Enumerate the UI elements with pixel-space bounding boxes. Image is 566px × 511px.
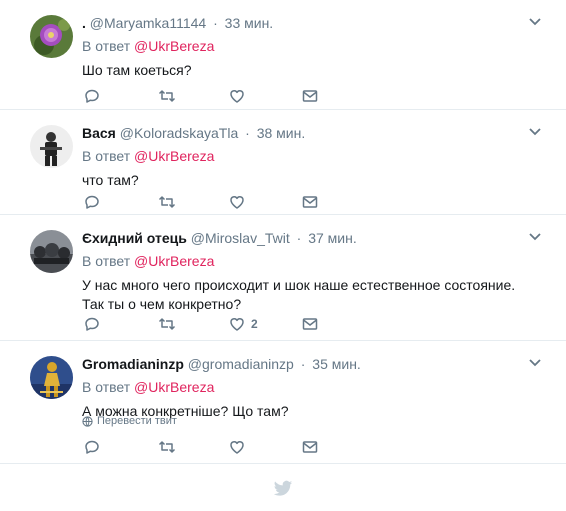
timestamp[interactable]: 35 мин. [312,356,361,372]
like-icon [230,441,244,454]
tweet-header: . @Maryamka11144 · 33 мин. [82,14,273,32]
retweet-button[interactable] [158,87,176,105]
reply-mention[interactable]: @UkrBereza [134,148,214,164]
direct-message-button[interactable] [302,315,318,333]
tweet-text: У нас много чего происходит и шок наше е… [82,276,542,314]
tweet-actions: 2 [84,315,324,333]
like-button[interactable] [229,193,251,211]
separator: · [213,15,218,31]
tweet-text-line: У нас много чего происходит и шок наше е… [82,277,516,293]
reply-icon [85,89,99,103]
message-icon [302,441,318,453]
retweet-icon [158,318,176,330]
message-icon [302,318,318,330]
retweet-icon [158,90,176,102]
tweet-actions [84,87,324,105]
like-count: 2 [251,317,258,331]
like-icon [230,196,244,209]
direct-message-button[interactable] [302,438,318,456]
reply-context: В ответ @UkrBereza [82,252,214,270]
display-name[interactable]: . [82,15,86,31]
avatar[interactable] [30,230,73,273]
retweet-icon [158,196,176,208]
tweet-header: Gromadianinzp @gromadianinzp · 35 мин. [82,355,361,373]
translate-tweet-link[interactable]: Перевести твит [82,415,177,427]
tweet-text: Шо там коеться? [82,62,192,78]
timestamp[interactable]: 33 мин. [225,15,274,31]
like-icon [230,90,244,103]
direct-message-button[interactable] [302,87,318,105]
message-icon [302,90,318,102]
retweet-button[interactable] [158,193,176,211]
timestamp[interactable]: 37 мин. [308,230,357,246]
display-name[interactable]: Вася [82,125,116,141]
reply-prefix: В ответ [82,379,131,395]
chevron-down-icon[interactable] [528,232,542,242]
like-button[interactable] [229,87,251,105]
tweet-reply[interactable]: Вася @KoloradskayaTla · 38 мин. В ответ … [0,110,566,215]
chevron-down-icon[interactable] [528,127,542,137]
translate-label: Перевести твит [97,415,177,427]
tweet-header: Вася @KoloradskayaTla · 38 мин. [82,124,305,142]
reply-button[interactable] [84,438,100,456]
retweet-icon [158,441,176,453]
tweet-actions [84,438,324,456]
reply-mention[interactable]: @UkrBereza [134,379,214,395]
user-handle[interactable]: @Miroslav_Twit [191,230,290,246]
chevron-down-icon[interactable] [528,17,542,27]
reply-prefix: В ответ [82,253,131,269]
tweet-reply[interactable]: Gromadianinzp @gromadianinzp · 35 мин. В… [0,341,566,464]
message-icon [302,196,318,208]
tweet-actions [84,193,324,211]
reply-icon [85,440,99,454]
avatar[interactable] [30,356,73,399]
like-button[interactable] [229,438,245,456]
twitter-bird-icon [273,480,293,496]
reply-prefix: В ответ [82,38,131,54]
avatar[interactable] [30,125,73,168]
tweet-text-line: Так ты о чем конкретно? [82,296,242,312]
tweet-text: что там? [82,172,139,188]
separator: · [296,230,302,246]
reply-context: В ответ @UkrBereza [82,378,214,396]
user-handle[interactable]: @Maryamka11144 [90,15,206,31]
reply-button[interactable] [84,193,100,211]
reply-mention[interactable]: @UkrBereza [134,38,214,54]
display-name[interactable]: Gromadianinzp [82,356,184,372]
tweet-reply[interactable]: . @Maryamka11144 · 33 мин. В ответ @UkrB… [0,0,566,110]
separator: · [300,356,306,372]
tweet-header: Єхидний отець @Miroslav_Twit · 37 мин. [82,229,357,247]
replies-timeline: . @Maryamka11144 · 33 мин. В ответ @UkrB… [0,0,566,511]
reply-icon [85,317,99,331]
chevron-down-icon[interactable] [528,358,542,368]
user-handle[interactable]: @gromadianinzp [188,356,294,372]
reply-button[interactable] [84,315,100,333]
tweet-reply[interactable]: Єхидний отець @Miroslav_Twit · 37 мин. В… [0,215,566,341]
retweet-button[interactable] [158,315,176,333]
separator: · [245,125,250,141]
reply-context: В ответ @UkrBereza [82,37,214,55]
display-name[interactable]: Єхидний отець [82,230,187,246]
reply-mention[interactable]: @UkrBereza [134,253,214,269]
reply-context: В ответ @UkrBereza [82,147,214,165]
user-handle[interactable]: @KoloradskayaTla [120,125,239,141]
retweet-button[interactable] [158,438,176,456]
reply-button[interactable] [84,87,100,105]
reply-icon [85,195,99,209]
globe-icon [82,415,93,427]
like-icon [230,318,244,331]
timestamp[interactable]: 38 мин. [257,125,306,141]
direct-message-button[interactable] [302,193,318,211]
avatar[interactable] [30,15,73,58]
like-button[interactable]: 2 [229,315,258,333]
reply-prefix: В ответ [82,148,131,164]
